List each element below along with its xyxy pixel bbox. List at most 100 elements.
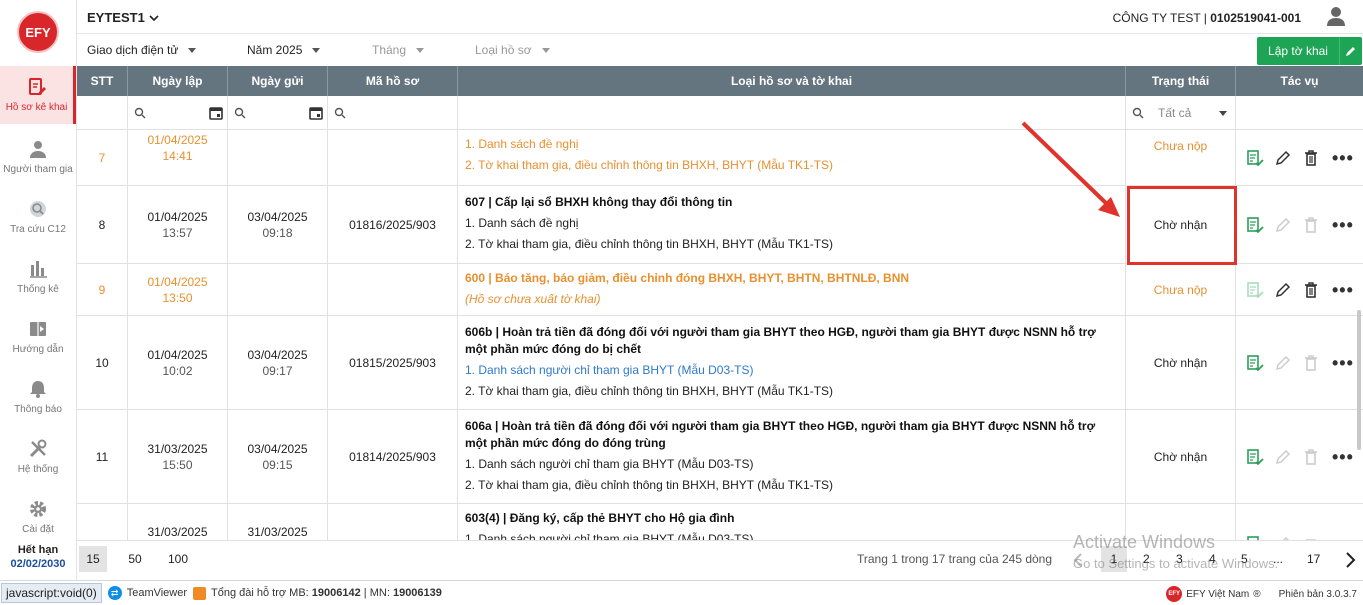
user-account-icon[interactable] [1325, 5, 1347, 27]
record-type-filter-value: Loại hồ sơ [475, 43, 532, 57]
row-created-date: 31/03/2025 [147, 441, 208, 456]
row-created: 31/03/2025 [128, 504, 228, 540]
record-line[interactable]: 1. Danh sách đề nghị [465, 134, 578, 155]
row-actions [1236, 504, 1363, 540]
record-line[interactable]: 2. Tờ khai tham gia, điều chỉnh thông ti… [465, 475, 833, 496]
year-filter[interactable]: Năm 2025 [247, 43, 321, 57]
submit-doc-icon[interactable] [1246, 149, 1264, 167]
page-size-50[interactable]: 50 [123, 546, 147, 572]
page-size-100[interactable]: 100 [163, 546, 193, 572]
record-title[interactable]: 606b | Hoàn trả tiền đã đóng đối với ngư… [465, 324, 1115, 358]
trash-icon[interactable] [1302, 281, 1320, 299]
more-options-icon[interactable]: ••• [1332, 448, 1354, 466]
table-header: STT Ngày lập Ngày gửi Mã hồ sơ Loại hồ s… [77, 66, 1363, 96]
row-sent-time: 09:18 [262, 225, 293, 240]
sent-date-search[interactable] [228, 96, 328, 130]
edit-icon[interactable] [1274, 149, 1292, 167]
expiry-date: 02/02/2030 [10, 558, 66, 570]
sidebar-item-ho-so-ke-khai[interactable]: Hồ sơ kê khai [0, 66, 76, 124]
trash-icon [1305, 216, 1317, 233]
tax-code-selector[interactable]: EYTEST1 [87, 10, 159, 25]
file-edit-icon [28, 78, 46, 95]
more-options-icon[interactable]: ••• [1332, 281, 1354, 299]
table-row[interactable]: 7 01/04/2025 14:41 1. Danh sách đề nghị … [77, 130, 1363, 186]
calendar-icon[interactable] [309, 106, 323, 120]
code-search[interactable] [328, 96, 458, 130]
submit-doc-icon[interactable] [1246, 354, 1264, 372]
record-line[interactable]: 2. Tờ khai tham gia, điều chỉnh thông ti… [465, 381, 833, 402]
row-sent-time: 09:17 [262, 363, 293, 378]
registered-mark: ® [1253, 588, 1261, 600]
more-options-icon[interactable]: ••• [1332, 216, 1354, 234]
person-icon [30, 141, 46, 158]
page-17[interactable]: 17 [1307, 552, 1320, 566]
sidebar-item-thong-bao[interactable]: Thông báo [0, 368, 76, 426]
header-sent-date: Ngày gửi [228, 66, 328, 96]
company-tax-code: 0102519041-001 [1210, 11, 1301, 25]
expiry-label: Hết hạn [17, 544, 59, 556]
efy-logo[interactable]: EFY [17, 11, 59, 53]
row-created-date: 01/04/2025 [147, 274, 208, 289]
sidebar-item-label: Tra cứu C12 [10, 224, 66, 235]
create-declaration-button[interactable]: Lập tờ khai [1257, 37, 1362, 65]
record-line[interactable]: 2. Tờ khai tham gia, điều chỉnh thông ti… [465, 155, 833, 176]
highlight-box [1127, 186, 1237, 265]
sidebar-item-label: Cài đặt [22, 524, 54, 535]
pencil-icon[interactable] [1339, 37, 1362, 65]
submit-doc-icon [1247, 281, 1264, 298]
record-title[interactable]: 606a | Hoàn trả tiền đã đóng đối với ngư… [465, 418, 1115, 452]
hotline-prefix: Tổng đài hỗ trợ MB: [211, 587, 312, 599]
phone-icon [193, 586, 207, 600]
record-title[interactable]: 600 | Báo tăng, báo giảm, điều chỉnh đón… [465, 270, 909, 287]
status-filter-select[interactable]: Tất cả [1126, 96, 1236, 130]
table-row[interactable]: 9 01/04/2025 13:50 600 | Báo tăng, báo g… [77, 264, 1363, 316]
record-line[interactable]: 1. Danh sách người chỉ tham gia BHYT (Mẫ… [465, 454, 753, 475]
transaction-filter[interactable]: Giao dịch điện tử [87, 43, 197, 57]
chevron-down-icon [149, 14, 159, 21]
record-line[interactable]: 2. Tờ khai tham gia, điều chỉnh thông ti… [465, 234, 833, 255]
search-cell-stt [77, 96, 128, 130]
table-row[interactable]: 11 31/03/2025 15:50 03/04/2025 09:15 018… [77, 410, 1363, 504]
calendar-icon[interactable] [209, 106, 223, 120]
sidebar-item-he-thong[interactable]: Hệ thống [0, 428, 76, 486]
record-title[interactable]: 603(4) | Đăng ký, cấp thẻ BHYT cho Hộ gi… [465, 510, 734, 527]
teamviewer-link[interactable]: ⇄ TeamViewer [107, 586, 187, 600]
table-row[interactable]: 10 01/04/2025 10:02 03/04/2025 09:17 018… [77, 316, 1363, 410]
activate-windows-title: Activate Windows [1073, 532, 1216, 552]
sidebar-item-huong-dan[interactable]: Hướng dẫn [0, 308, 76, 366]
record-line[interactable]: 1. Danh sách người chỉ tham gia BHYT (Mẫ… [465, 360, 753, 381]
record-line[interactable]: 1. Danh sách người chỉ tham gia BHYT (Mẫ… [465, 529, 753, 540]
lookup-icon [30, 201, 46, 217]
trash-icon[interactable] [1302, 149, 1320, 167]
chevron-right-icon[interactable] [1345, 552, 1356, 568]
more-options-icon[interactable]: ••• [1332, 149, 1354, 167]
created-date-search[interactable] [128, 96, 228, 130]
brand-name: EFY Việt Nam [1186, 588, 1250, 600]
sidebar-item-nguoi-tham-gia[interactable]: Người tham gia [0, 128, 76, 186]
row-created: 01/04/2025 13:57 [128, 186, 228, 263]
sidebar-item-label: Hồ sơ kê khai [5, 102, 68, 113]
header-created-date: Ngày lập [128, 66, 228, 96]
sidebar-item-tra-cuu-c12[interactable]: Tra cứu C12 [0, 188, 76, 246]
vertical-scrollbar[interactable] [1357, 310, 1361, 450]
page-size-15[interactable]: 15 [79, 546, 107, 572]
more-options-icon[interactable]: ••• [1332, 354, 1354, 372]
sidebar-item-cai-dat[interactable]: Cài đặt [0, 488, 76, 546]
row-record-type: 606a | Hoàn trả tiền đã đóng đối với ngư… [458, 410, 1126, 503]
record-line[interactable]: 1. Danh sách đề nghị [465, 213, 578, 234]
record-title[interactable]: 607 | Cấp lại sổ BHXH không thay đổi thô… [465, 194, 732, 211]
row-created-date: 31/03/2025 [147, 525, 208, 539]
edit-icon [1275, 217, 1291, 232]
caret-down-icon [188, 47, 197, 53]
sidebar-item-thong-ke[interactable]: Thống kê [0, 248, 76, 306]
row-code [328, 130, 458, 185]
submit-doc-icon[interactable] [1246, 448, 1264, 466]
record-type-filter[interactable]: Loại hồ sơ [475, 43, 550, 57]
row-code: 01815/2025/903 [328, 316, 458, 409]
month-filter[interactable]: Tháng [372, 43, 425, 57]
edit-icon[interactable] [1274, 281, 1292, 299]
row-record-type: 600 | Báo tăng, báo giảm, điều chỉnh đón… [458, 264, 1126, 315]
trash-icon [1305, 448, 1317, 465]
submit-doc-icon[interactable] [1246, 216, 1264, 234]
caret-down-icon [312, 47, 321, 53]
